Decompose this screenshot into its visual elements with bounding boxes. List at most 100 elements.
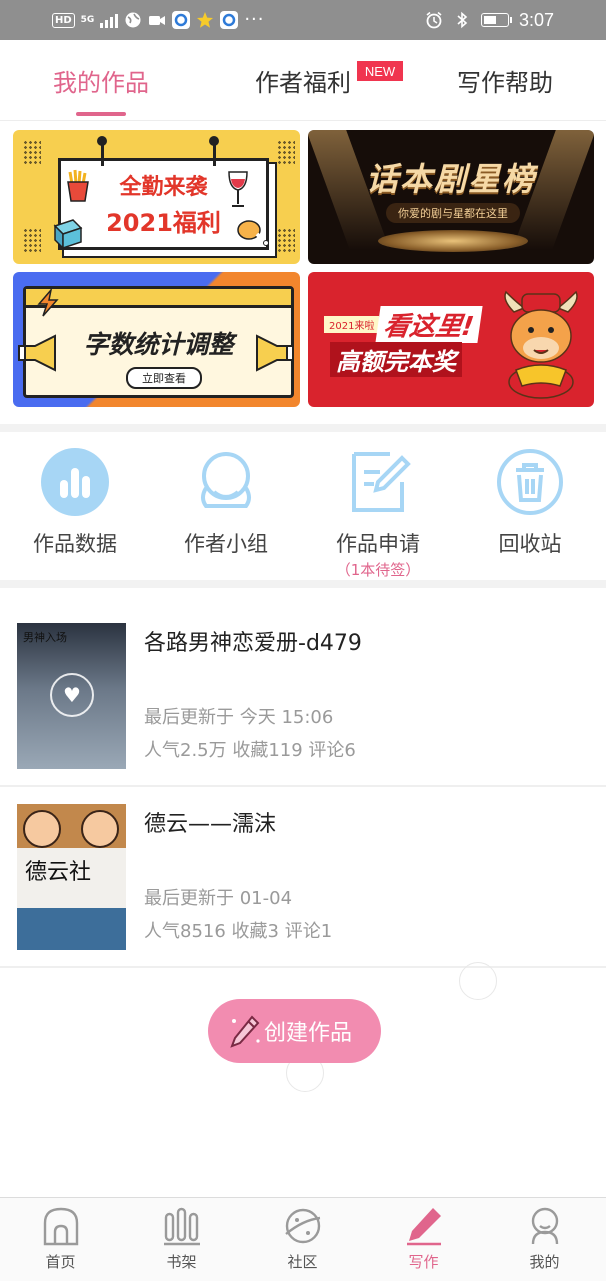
- status-bar: HD 5G ··· 3:07: [0, 0, 606, 40]
- reward-tag: 2021来啦: [324, 316, 380, 333]
- tab-author-welfare[interactable]: 作者福利: [232, 40, 374, 120]
- view-now-button[interactable]: 立即查看: [126, 367, 202, 389]
- tool-label: 作品申请: [336, 532, 420, 556]
- work-title: 各路男神恋爱册-d479: [144, 631, 362, 656]
- tool-work-data[interactable]: 作品数据: [0, 448, 150, 578]
- video-icon: [149, 16, 166, 25]
- planet-icon: [285, 1208, 321, 1244]
- edit-document-icon: [352, 452, 411, 512]
- new-badge: NEW: [357, 61, 403, 81]
- tool-label: 作品数据: [33, 532, 117, 556]
- create-work-label: 创建作品: [264, 1021, 353, 1046]
- hd-indicator: HD: [52, 12, 75, 28]
- trash-icon: [497, 449, 563, 515]
- banner-word-count[interactable]: 字数统计调整 立即查看: [13, 272, 300, 407]
- tool-label: 回收站: [498, 532, 562, 556]
- touch-ripple: [459, 962, 497, 1000]
- alarm-icon: [426, 11, 442, 29]
- cover-text: 男神入场: [23, 631, 67, 644]
- banner-reward[interactable]: 2021来啦 看这里! 高额完本奖: [308, 272, 594, 407]
- dot-pattern: [23, 228, 41, 254]
- dot-pattern: [277, 228, 295, 254]
- home-icon: [43, 1207, 79, 1246]
- nav-label: 首页: [45, 1253, 76, 1271]
- create-work-button[interactable]: 创建作品: [208, 999, 381, 1063]
- tab-my-works[interactable]: 我的作品: [30, 40, 172, 120]
- banner-ranking[interactable]: 话本剧星榜 你爱的剧与星都在这里: [308, 130, 594, 264]
- box-icon: [53, 219, 83, 250]
- section-divider: [0, 580, 606, 588]
- app-icon: [172, 11, 191, 29]
- megaphone-icon: [256, 334, 294, 372]
- tool-work-application[interactable]: 作品申请 （1本待签）: [303, 448, 453, 579]
- nav-home[interactable]: 首页: [0, 1198, 121, 1281]
- nav-label: 写作: [408, 1253, 439, 1271]
- group-icon: [201, 452, 251, 508]
- reward-title-line1: 看这里!: [375, 306, 483, 343]
- bar-chart-icon: [41, 448, 109, 516]
- active-tab-indicator: [76, 112, 126, 116]
- tool-author-group[interactable]: 作者小组: [151, 448, 301, 578]
- work-stats: 人气2.5万 收藏119 评论6: [144, 740, 356, 761]
- tool-recycle-bin[interactable]: 回收站: [455, 448, 605, 578]
- work-item[interactable]: 男神入场 ♥ 各路男神恋爱册-d479 最后更新于 今天 15:06 人气2.5…: [0, 623, 606, 803]
- list-divider: [0, 966, 606, 968]
- bottom-navigation: 首页 书架 社区 写作 我的: [0, 1197, 606, 1281]
- cover-text: 德云社: [25, 860, 92, 885]
- tab-writing-help[interactable]: 写作帮助: [434, 40, 576, 120]
- app-icon-2: [220, 11, 239, 29]
- pending-sign-count: （1本待签）: [335, 561, 421, 579]
- work-updated: 最后更新于 01-04: [144, 888, 293, 909]
- cover-art-top: [17, 804, 126, 848]
- profile-icon: [531, 1207, 559, 1245]
- lightning-icon: [37, 288, 59, 317]
- bookshelf-icon: [164, 1207, 200, 1246]
- drumstick-icon: [237, 220, 269, 246]
- banner-welfare[interactable]: 全勤来袭 2021福利: [13, 130, 300, 264]
- character-face: [23, 810, 61, 848]
- character-face: [81, 810, 119, 848]
- star-app-icon: [197, 12, 214, 28]
- pin-icon: [97, 136, 107, 166]
- list-divider: [0, 785, 606, 787]
- nav-bookshelf[interactable]: 书架: [121, 1198, 242, 1281]
- work-title: 德云——濡沫: [144, 812, 277, 837]
- work-stats: 人气8516 收藏3 评论1: [144, 921, 333, 942]
- ranking-subtitle: 你爱的剧与星都在这里: [386, 203, 520, 223]
- pin-icon: [209, 136, 219, 166]
- nav-label: 社区: [287, 1253, 318, 1271]
- stage-podium: [378, 230, 528, 252]
- nav-label: 书架: [166, 1253, 197, 1271]
- status-left: HD 5G ···: [52, 8, 265, 32]
- heart-icon: ♥: [50, 673, 94, 717]
- signal-icon: [100, 12, 119, 28]
- work-item[interactable]: 德云社 德云——濡沫 最后更新于 01-04 人气8516 收藏3 评论1: [0, 804, 606, 984]
- ox-mascot-icon: [504, 290, 578, 399]
- nav-community[interactable]: 社区: [242, 1198, 363, 1281]
- pencil-icon: [407, 1208, 441, 1246]
- megaphone-icon: [18, 334, 56, 372]
- cover-art-bottom: [17, 908, 126, 950]
- battery-icon: [480, 13, 512, 27]
- reward-title-line2: 高额完本奖: [330, 342, 462, 377]
- work-cover: 男神入场 ♥: [17, 623, 126, 769]
- bluetooth-icon: [457, 11, 468, 29]
- ranking-title: 话本剧星榜: [365, 160, 536, 198]
- fries-icon: [67, 169, 89, 202]
- card-header-bar: [26, 289, 291, 308]
- network-type: 5G: [80, 14, 95, 25]
- dot-pattern: [277, 140, 295, 166]
- status-right: 3:07: [425, 8, 554, 32]
- more-notifications: ···: [244, 9, 265, 30]
- top-tab-bar: 我的作品 作者福利 写作帮助: [0, 40, 606, 121]
- nav-write[interactable]: 写作: [363, 1198, 484, 1281]
- wine-glass-icon: [228, 171, 248, 207]
- clock: 3:07: [518, 9, 554, 30]
- nav-profile[interactable]: 我的: [484, 1198, 605, 1281]
- section-divider: [0, 424, 606, 432]
- nav-label: 我的: [529, 1253, 560, 1271]
- work-cover: 德云社: [17, 804, 126, 950]
- work-updated: 最后更新于 今天 15:06: [144, 707, 334, 728]
- tool-label: 作者小组: [184, 532, 268, 556]
- pencil-icon: [230, 1015, 260, 1048]
